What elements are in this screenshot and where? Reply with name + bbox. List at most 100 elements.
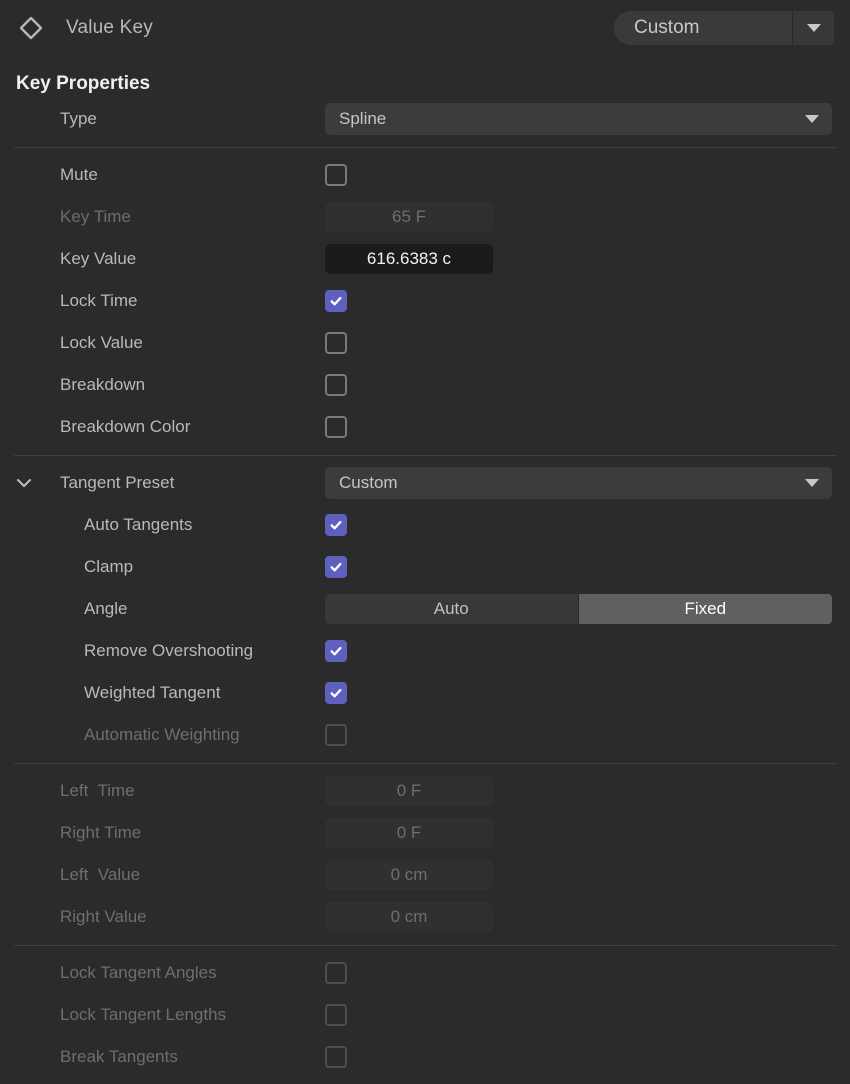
control-lock-tangent-lengths bbox=[325, 1004, 347, 1026]
row-label-lock-tangent-angles: Lock Tangent Angles bbox=[60, 963, 217, 982]
preset-dropdown[interactable]: Custom bbox=[614, 11, 834, 45]
tangent-values-list: Left Time 0 F Right Time 0 F Left Value 0 cm R… bbox=[0, 770, 850, 938]
row-break-tangents: Break Tangents bbox=[0, 1036, 850, 1078]
segment-auto[interactable]: Auto bbox=[325, 594, 579, 624]
separator bbox=[14, 763, 836, 764]
separator bbox=[14, 945, 836, 946]
row-label-break-tangents: Break Tangents bbox=[60, 1047, 178, 1066]
row-breakdown: Breakdown bbox=[0, 364, 850, 406]
row-auto-tangents: Auto Tangents bbox=[0, 504, 850, 546]
type-dropdown[interactable]: Spline bbox=[325, 103, 832, 135]
control-lock-value bbox=[325, 332, 347, 354]
panel-title: Value Key bbox=[66, 17, 154, 38]
input-right-value: 0 cm bbox=[325, 902, 493, 932]
control-right-time: 0 F bbox=[325, 818, 493, 848]
type-dropdown-value: Spline bbox=[339, 109, 387, 128]
section-heading: Key Properties bbox=[16, 73, 151, 94]
row-label-right-value: Right Value bbox=[60, 907, 147, 926]
row-key-time: Key Time 65 F bbox=[0, 196, 850, 238]
chevron-down-icon[interactable] bbox=[14, 473, 34, 493]
tangent-preset-dropdown[interactable]: Custom bbox=[325, 467, 832, 499]
checkbox-breakdown[interactable] bbox=[325, 374, 347, 396]
control-lock-tangent-angles bbox=[325, 962, 347, 984]
control-auto-tangents bbox=[325, 514, 347, 536]
input-left-time: 0 F bbox=[325, 776, 493, 806]
tangent-options-list: Auto Tangents Clamp Angle Auto Fixed Remove O… bbox=[0, 504, 850, 756]
input-right-time: 0 F bbox=[325, 818, 493, 848]
row-label-left-time: Left Time bbox=[60, 781, 135, 800]
checkbox-mute[interactable] bbox=[325, 164, 347, 186]
input-key-time: 65 F bbox=[325, 202, 493, 232]
checkbox-lock-tangent-angles bbox=[325, 962, 347, 984]
row-right-value: Right Value 0 cm bbox=[0, 896, 850, 938]
control-right-value: 0 cm bbox=[325, 902, 493, 932]
control-key-time: 65 F bbox=[325, 202, 493, 232]
row-breakdown-color: Breakdown Color bbox=[0, 406, 850, 448]
row-left-value: Left Value 0 cm bbox=[0, 854, 850, 896]
row-lock-tangent-angles: Lock Tangent Angles bbox=[0, 952, 850, 994]
diamond-icon bbox=[16, 13, 46, 43]
control-remove-overshooting bbox=[325, 640, 347, 662]
checkbox-clamp[interactable] bbox=[325, 556, 347, 578]
row-left-time: Left Time 0 F bbox=[0, 770, 850, 812]
tangent-preset-dropdown-wrap: Custom bbox=[325, 467, 832, 499]
row-label-remove-overshooting: Remove Overshooting bbox=[84, 641, 254, 660]
control-breakdown-color bbox=[325, 416, 347, 438]
row-label-lock-time: Lock Time bbox=[60, 291, 138, 310]
row-label-clamp: Clamp bbox=[84, 557, 134, 576]
checkbox-auto-tangents[interactable] bbox=[325, 514, 347, 536]
row-label-lock-tangent-lengths: Lock Tangent Lengths bbox=[60, 1005, 227, 1024]
row-key-value: Key Value 616.6383 c bbox=[0, 238, 850, 280]
row-label-automatic-weighting: Automatic Weighting bbox=[84, 725, 240, 744]
checkbox-automatic-weighting bbox=[325, 724, 347, 746]
row-weighted-tangent: Weighted Tangent bbox=[0, 672, 850, 714]
row-lock-time: Lock Time bbox=[0, 280, 850, 322]
row-tangent-preset: Tangent Preset Custom bbox=[0, 462, 850, 504]
key-properties-list: Mute Key Time 65 F Key Value 616.6383 c Lock … bbox=[0, 154, 850, 448]
tangent-locks-list: Lock Tangent Angles Lock Tangent Lengths B… bbox=[0, 952, 850, 1084]
control-weighted-tangent bbox=[325, 682, 347, 704]
row-right-time: Right Time 0 F bbox=[0, 812, 850, 854]
chevron-down-icon[interactable] bbox=[792, 11, 834, 45]
chevron-down-icon bbox=[804, 109, 820, 129]
row-label-weighted-tangent: Weighted Tangent bbox=[84, 683, 221, 702]
row-label-angle: Angle bbox=[84, 599, 128, 618]
row-label-breakdown-color: Breakdown Color bbox=[60, 417, 191, 436]
row-angle: Angle Auto Fixed bbox=[0, 588, 850, 630]
checkbox-remove-overshooting[interactable] bbox=[325, 640, 347, 662]
segmented-angle: Auto Fixed bbox=[325, 594, 832, 624]
checkbox-breakdown-color[interactable] bbox=[325, 416, 347, 438]
checkbox-weighted-tangent[interactable] bbox=[325, 682, 347, 704]
row-label-mute: Mute bbox=[60, 165, 98, 184]
separator bbox=[14, 147, 836, 148]
preset-dropdown-value[interactable]: Custom bbox=[614, 11, 792, 45]
input-key-value[interactable]: 616.6383 c bbox=[325, 244, 493, 274]
control-angle: Auto Fixed bbox=[325, 594, 832, 624]
row-keep-visual-angle: Keep Visual Angle bbox=[0, 1078, 850, 1084]
row-remove-overshooting: Remove Overshooting bbox=[0, 630, 850, 672]
input-left-value: 0 cm bbox=[325, 860, 493, 890]
row-label-auto-tangents: Auto Tangents bbox=[84, 515, 193, 534]
checkbox-lock-value[interactable] bbox=[325, 332, 347, 354]
type-dropdown-wrap: Spline bbox=[325, 103, 832, 135]
segment-fixed[interactable]: Fixed bbox=[578, 594, 832, 624]
control-key-value: 616.6383 c bbox=[325, 244, 493, 274]
row-mute: Mute bbox=[0, 154, 850, 196]
row-label-key-value: Key Value bbox=[60, 249, 137, 268]
row-lock-tangent-lengths: Lock Tangent Lengths bbox=[0, 994, 850, 1036]
value-key-panel: Value Key Custom Key Properties Type Spl… bbox=[0, 0, 850, 1084]
control-clamp bbox=[325, 556, 347, 578]
control-left-time: 0 F bbox=[325, 776, 493, 806]
row-label-type: Type bbox=[60, 109, 97, 128]
checkbox-break-tangents bbox=[325, 1046, 347, 1068]
control-left-value: 0 cm bbox=[325, 860, 493, 890]
checkbox-lock-time[interactable] bbox=[325, 290, 347, 312]
row-type: Type Spline bbox=[0, 98, 850, 140]
control-break-tangents bbox=[325, 1046, 347, 1068]
control-automatic-weighting bbox=[325, 724, 347, 746]
row-label-right-time: Right Time bbox=[60, 823, 142, 842]
row-label-tangent-preset: Tangent Preset bbox=[60, 473, 175, 492]
row-label-lock-value: Lock Value bbox=[60, 333, 143, 352]
row-label-left-value: Left Value bbox=[60, 865, 141, 884]
row-lock-value: Lock Value bbox=[0, 322, 850, 364]
